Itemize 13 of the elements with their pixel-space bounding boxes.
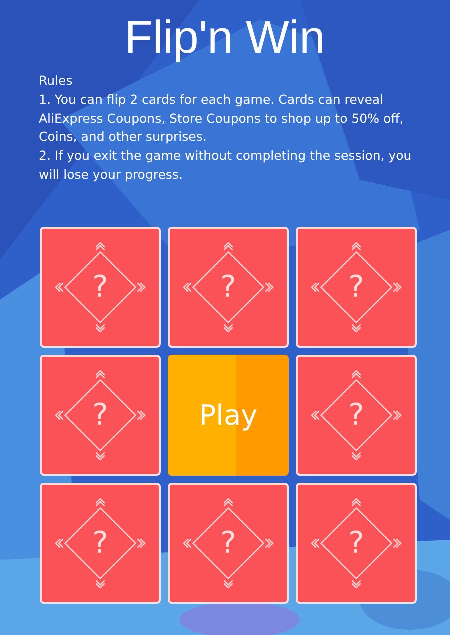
rules-heading: Rules: [39, 72, 74, 90]
card-back[interactable]: ?: [296, 482, 417, 604]
card-back[interactable]: ?: [40, 482, 161, 604]
game-title: Flip'n Win: [124, 10, 326, 65]
card-back[interactable]: ?: [40, 354, 161, 476]
card-back[interactable]: ?: [40, 226, 161, 348]
card-back[interactable]: ?: [168, 226, 289, 348]
card-back[interactable]: ?: [296, 354, 417, 476]
card-back[interactable]: ?: [168, 482, 289, 604]
rule-text: 1. You can flip 2 cards for each game. Cards can reveal AliExpress Coupons, Store Coupons to shop up to 50% off, Coins, and other surprises.: [39, 90, 405, 146]
card-back[interactable]: ?: [296, 226, 417, 348]
rule-text: 2. If you exit the game without completing the session, you will lose your progress.: [39, 147, 413, 184]
play-button[interactable]: Play: [168, 354, 289, 476]
